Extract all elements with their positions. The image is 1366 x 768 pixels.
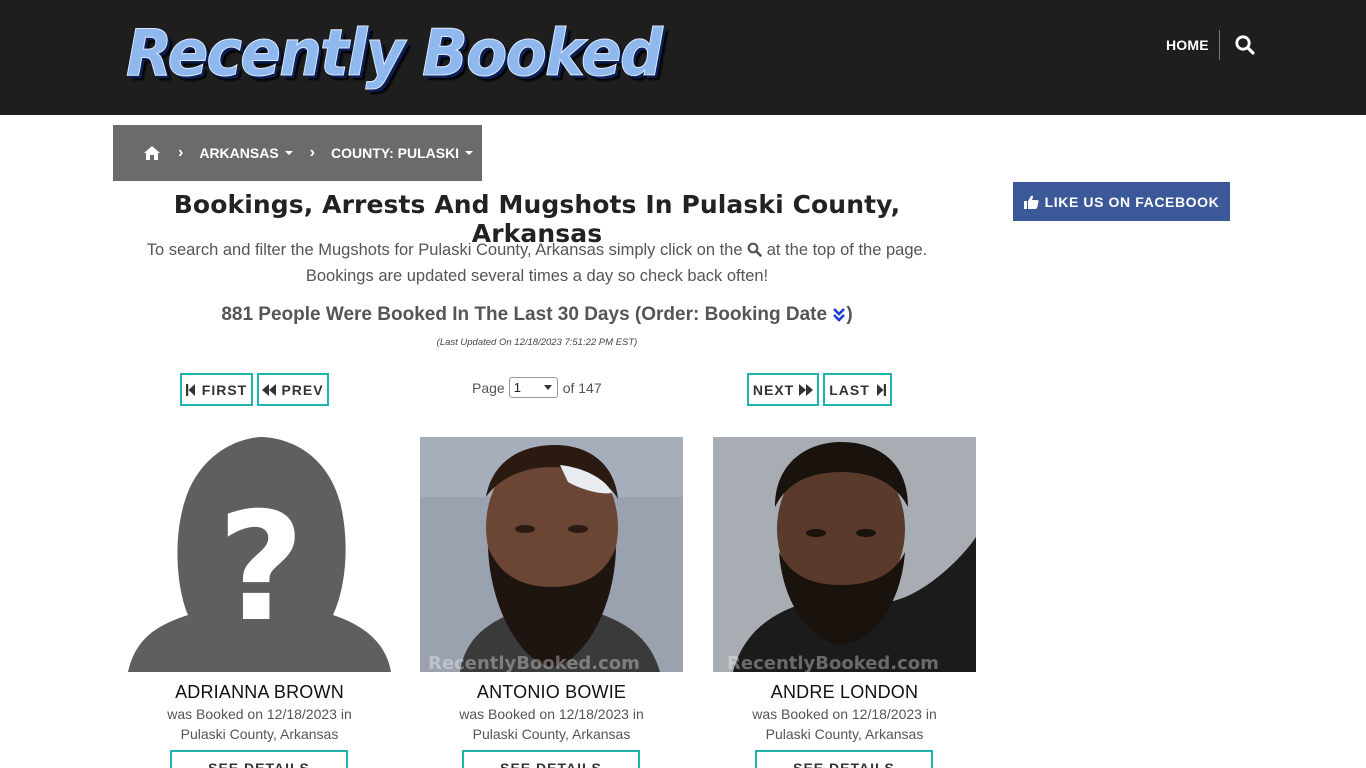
see-details-button[interactable]: SEE DETAILS (462, 750, 640, 768)
facebook-like-button[interactable]: LIKE US ON FACEBOOK (1013, 182, 1230, 221)
next-page-label: NEXT (752, 381, 795, 398)
first-page-button[interactable]: FIRST (180, 373, 253, 406)
booking-card: RecentlyBooked.com ANTONIO BOWIE was Boo… (420, 437, 683, 768)
see-details-button[interactable]: SEE DETAILS (170, 750, 348, 768)
facebook-like-label: LIKE US ON FACEBOOK (1044, 193, 1220, 210)
double-chevron-down-icon[interactable] (832, 307, 846, 323)
search-icon[interactable] (1234, 34, 1256, 56)
nav-home-link[interactable]: HOME (1166, 37, 1209, 53)
see-details-button[interactable]: SEE DETAILS (755, 750, 933, 768)
step-forward-icon (876, 383, 886, 396)
nav-divider (1219, 30, 1220, 60)
booking-name[interactable]: ADRIANNA BROWN (128, 682, 391, 703)
thumbs-up-icon (1023, 195, 1039, 209)
site-logo[interactable]: Recently Booked (126, 18, 664, 91)
last-updated: (Last Updated On 12/18/2023 7:51:22 PM E… (436, 337, 638, 348)
booking-name[interactable]: ANTONIO BOWIE (420, 682, 683, 703)
booking-info: was Booked on 12/18/2023 in Pulaski Coun… (713, 704, 976, 744)
backward-icon (262, 383, 277, 396)
mugshot-placeholder[interactable]: ? (128, 437, 391, 672)
watermark-text: RecentlyBooked.com (428, 653, 640, 672)
booking-count: 881 People Were Booked In The Last 30 Da… (113, 304, 961, 326)
site-header: Recently Booked HOME (0, 0, 1366, 115)
forward-icon (799, 383, 814, 396)
intro-text-after: at the top of the page. (762, 241, 928, 259)
chevron-down-icon (543, 385, 552, 390)
intro-text-before: To search and filter the Mugshots for Pu… (146, 241, 748, 259)
page-select[interactable]: 1 (508, 377, 558, 398)
breadcrumb-county-dropdown[interactable]: COUNTY: PULASKI (331, 145, 474, 161)
watermark-text: RecentlyBooked.com (727, 653, 939, 672)
breadcrumb-state-dropdown[interactable]: ARKANSAS (199, 145, 293, 161)
svg-text:?: ? (217, 481, 304, 655)
last-page-label: LAST (829, 381, 870, 398)
home-icon[interactable] (143, 145, 161, 161)
prev-page-label: PREV (281, 381, 324, 398)
booking-count-close: ) (846, 304, 853, 325)
last-page-button[interactable]: LAST (823, 373, 892, 406)
page-select-value: 1 (513, 380, 521, 395)
breadcrumb-separator: › (178, 144, 184, 161)
caret-down-icon (465, 151, 474, 155)
booking-date-line: was Booked on 12/18/2023 in (167, 706, 352, 722)
step-backward-icon (185, 383, 195, 396)
page-count-label: of 147 (562, 379, 602, 396)
intro-text: To search and filter the Mugshots for Pu… (113, 237, 961, 289)
mugshot-photo[interactable]: RecentlyBooked.com (713, 437, 976, 672)
booking-location-line: Pulaski County, Arkansas (765, 726, 924, 742)
booking-count-text: 881 People Were Booked In The Last 30 Da… (221, 304, 833, 325)
breadcrumb: › ARKANSAS › COUNTY: PULASKI (113, 125, 482, 181)
booking-info: was Booked on 12/18/2023 in Pulaski Coun… (420, 704, 683, 744)
booking-location-line: Pulaski County, Arkansas (472, 726, 631, 742)
prev-page-button[interactable]: PREV (257, 373, 329, 406)
booking-date-line: was Booked on 12/18/2023 in (752, 706, 937, 722)
breadcrumb-separator: › (309, 144, 315, 161)
booking-card: RecentlyBooked.com ANDRE LONDON was Book… (713, 437, 976, 768)
mugshot-photo[interactable]: RecentlyBooked.com (420, 437, 683, 672)
booking-date-line: was Booked on 12/18/2023 in (459, 706, 644, 722)
first-page-label: FIRST (201, 381, 248, 398)
intro-text-line2: Bookings are updated several times a day… (305, 267, 769, 285)
booking-location-line: Pulaski County, Arkansas (180, 726, 339, 742)
booking-card: ? ADRIANNA BROWN was Booked on 12/18/202… (128, 437, 391, 768)
breadcrumb-county-label: COUNTY: PULASKI (331, 145, 460, 161)
page-selector: Page 1 of 147 (472, 377, 602, 398)
booking-info: was Booked on 12/18/2023 in Pulaski Coun… (128, 704, 391, 744)
next-page-button[interactable]: NEXT (747, 373, 819, 406)
search-icon (747, 239, 762, 257)
breadcrumb-state-label: ARKANSAS (199, 145, 279, 161)
page-label: Page (472, 379, 505, 396)
caret-down-icon (284, 151, 293, 155)
booking-name[interactable]: ANDRE LONDON (713, 682, 976, 703)
